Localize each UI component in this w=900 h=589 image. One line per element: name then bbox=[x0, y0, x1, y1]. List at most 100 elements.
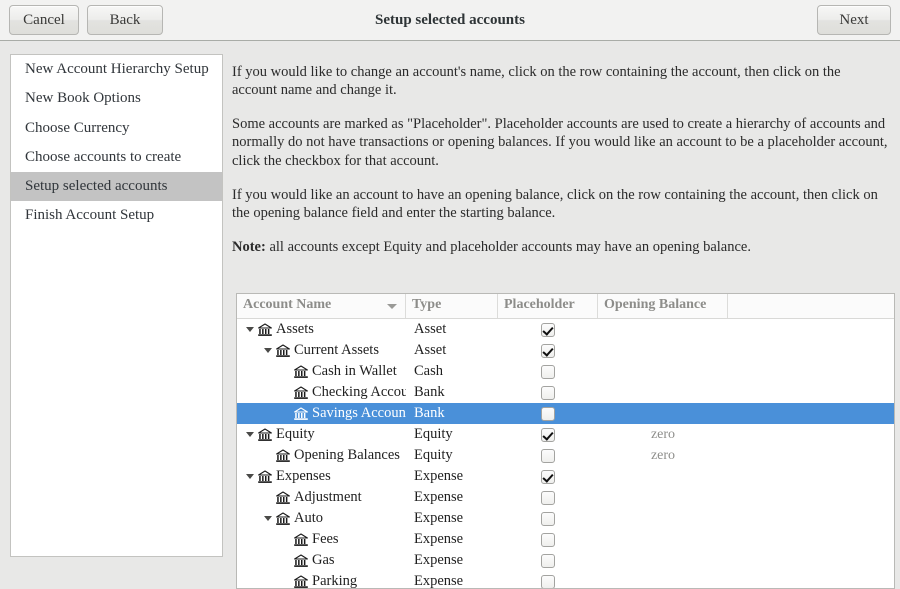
placeholder-checkbox[interactable] bbox=[541, 386, 555, 400]
account-bank-icon bbox=[293, 554, 309, 568]
cell-account-name[interactable]: Adjustment bbox=[237, 489, 406, 506]
table-row[interactable]: Current Assets Asset bbox=[237, 340, 894, 361]
cell-placeholder[interactable] bbox=[498, 575, 598, 589]
cell-account-type: Equity bbox=[406, 426, 498, 443]
placeholder-checkbox[interactable] bbox=[541, 428, 555, 442]
placeholder-checkbox[interactable] bbox=[541, 407, 555, 421]
cell-account-type: Bank bbox=[406, 405, 498, 422]
instruction-note: Note: all accounts except Equity and pla… bbox=[232, 222, 888, 256]
cell-placeholder[interactable] bbox=[498, 491, 598, 505]
account-tree-rows: AssetsAssetCurrent AssetsAssetCash in Wa… bbox=[237, 319, 894, 589]
table-row[interactable]: AssetsAsset bbox=[237, 319, 894, 340]
placeholder-checkbox[interactable] bbox=[541, 512, 555, 526]
cell-account-type: Asset bbox=[406, 321, 498, 338]
expander-triangle-down-icon[interactable] bbox=[243, 432, 257, 437]
cell-account-name[interactable]: Expenses bbox=[237, 468, 406, 485]
cell-placeholder[interactable] bbox=[498, 533, 598, 547]
cell-placeholder[interactable] bbox=[498, 512, 598, 526]
cell-placeholder[interactable] bbox=[498, 344, 598, 358]
account-type-label: Asset bbox=[414, 342, 446, 358]
placeholder-checkbox[interactable] bbox=[541, 575, 555, 589]
column-header-filler bbox=[728, 294, 894, 318]
cell-account-name[interactable]: Gas bbox=[237, 552, 406, 569]
sidebar-item-choose-currency[interactable]: Choose Currency bbox=[11, 114, 222, 143]
account-tree[interactable]: Account Name Type Placeholder Opening Ba… bbox=[236, 293, 895, 589]
account-bank-icon bbox=[293, 533, 309, 547]
table-row[interactable]: Opening Balances Equity zero bbox=[237, 445, 894, 466]
cell-account-name[interactable]: Fees bbox=[237, 531, 406, 548]
cell-opening-balance[interactable]: zero bbox=[598, 448, 728, 464]
cell-placeholder[interactable] bbox=[498, 470, 598, 484]
table-row[interactable]: Checking AccountBank bbox=[237, 382, 894, 403]
sidebar-item-new-account-hierarchy-setup[interactable]: New Account Hierarchy Setup bbox=[11, 55, 222, 84]
placeholder-checkbox[interactable] bbox=[541, 491, 555, 505]
table-row[interactable]: FeesExpense bbox=[237, 529, 894, 550]
expander-triangle-down-icon[interactable] bbox=[243, 474, 257, 479]
table-row[interactable]: Equity Equity zero bbox=[237, 424, 894, 445]
expander-triangle-down-icon[interactable] bbox=[261, 348, 275, 353]
back-button[interactable]: Back bbox=[87, 5, 163, 35]
next-button[interactable]: Next bbox=[817, 5, 891, 35]
assistant-toolbar: Cancel Back Setup selected accounts Next bbox=[0, 0, 900, 41]
cell-placeholder[interactable] bbox=[498, 407, 598, 421]
account-bank-icon bbox=[293, 386, 309, 400]
sidebar-item-new-book-options[interactable]: New Book Options bbox=[11, 84, 222, 113]
column-header-account-name[interactable]: Account Name bbox=[237, 294, 406, 318]
account-type-label: Expense bbox=[414, 468, 463, 484]
table-row[interactable]: ParkingExpense bbox=[237, 571, 894, 589]
column-header-opening-balance[interactable]: Opening Balance bbox=[598, 294, 728, 318]
placeholder-checkbox[interactable] bbox=[541, 533, 555, 547]
cell-placeholder[interactable] bbox=[498, 449, 598, 463]
sidebar-item-label: New Book Options bbox=[25, 90, 141, 106]
column-header-placeholder[interactable]: Placeholder bbox=[498, 294, 598, 318]
account-name-label: Savings Account bbox=[312, 405, 406, 422]
cell-account-name[interactable]: Savings Account bbox=[237, 405, 406, 422]
sidebar-item-label: Choose Currency bbox=[25, 120, 130, 136]
column-header-account-name-label: Account Name bbox=[243, 297, 331, 312]
cell-placeholder[interactable] bbox=[498, 386, 598, 400]
placeholder-checkbox[interactable] bbox=[541, 365, 555, 379]
account-name-label: Expenses bbox=[276, 468, 331, 485]
cell-account-name[interactable]: Parking bbox=[237, 573, 406, 589]
cell-account-name[interactable]: Cash in Wallet bbox=[237, 363, 406, 380]
cell-placeholder[interactable] bbox=[498, 323, 598, 337]
instruction-paragraph-placeholder: Some accounts are marked as "Placeholder… bbox=[232, 99, 888, 169]
table-row[interactable]: AdjustmentExpense bbox=[237, 487, 894, 508]
sidebar-item-finish-account-setup[interactable]: Finish Account Setup bbox=[11, 201, 222, 230]
cell-account-type: Expense bbox=[406, 468, 498, 485]
cancel-button[interactable]: Cancel bbox=[9, 5, 79, 35]
cell-account-name[interactable]: Equity bbox=[237, 426, 406, 443]
sidebar-item-setup-selected-accounts[interactable]: Setup selected accounts bbox=[11, 172, 222, 201]
cell-account-name[interactable]: Checking Account bbox=[237, 384, 406, 401]
cell-placeholder[interactable] bbox=[498, 554, 598, 568]
expander-triangle-down-icon[interactable] bbox=[243, 327, 257, 332]
account-type-label: Equity bbox=[414, 447, 453, 463]
placeholder-checkbox[interactable] bbox=[541, 554, 555, 568]
table-row[interactable]: AutoExpense bbox=[237, 508, 894, 529]
cell-account-name[interactable]: Auto bbox=[237, 510, 406, 527]
table-row[interactable]: Cash in WalletCash bbox=[237, 361, 894, 382]
table-row[interactable]: GasExpense bbox=[237, 550, 894, 571]
account-bank-icon bbox=[275, 491, 291, 505]
sidebar-item-choose-accounts-to-create[interactable]: Choose accounts to create bbox=[11, 143, 222, 172]
placeholder-checkbox[interactable] bbox=[541, 470, 555, 484]
placeholder-checkbox[interactable] bbox=[541, 449, 555, 463]
expander-triangle-down-icon[interactable] bbox=[261, 516, 275, 521]
table-row[interactable]: Savings AccountBank bbox=[237, 403, 894, 424]
cell-opening-balance[interactable]: zero bbox=[598, 427, 728, 443]
cell-account-name[interactable]: Opening Balances bbox=[237, 447, 406, 464]
column-header-type[interactable]: Type bbox=[406, 294, 498, 318]
placeholder-checkbox[interactable] bbox=[541, 323, 555, 337]
placeholder-checkbox[interactable] bbox=[541, 344, 555, 358]
sidebar-item-label: Choose accounts to create bbox=[25, 149, 181, 165]
table-row[interactable]: Expenses Expense bbox=[237, 466, 894, 487]
account-type-label: Equity bbox=[414, 426, 453, 442]
assistant-step-list: New Account Hierarchy Setup New Book Opti… bbox=[10, 54, 223, 557]
cell-account-name[interactable]: Current Assets bbox=[237, 342, 406, 359]
column-header-placeholder-label: Placeholder bbox=[504, 297, 575, 312]
cell-account-name[interactable]: Assets bbox=[237, 321, 406, 338]
account-bank-icon bbox=[257, 428, 273, 442]
cell-placeholder[interactable] bbox=[498, 428, 598, 442]
sort-descending-icon bbox=[387, 304, 397, 309]
cell-placeholder[interactable] bbox=[498, 365, 598, 379]
